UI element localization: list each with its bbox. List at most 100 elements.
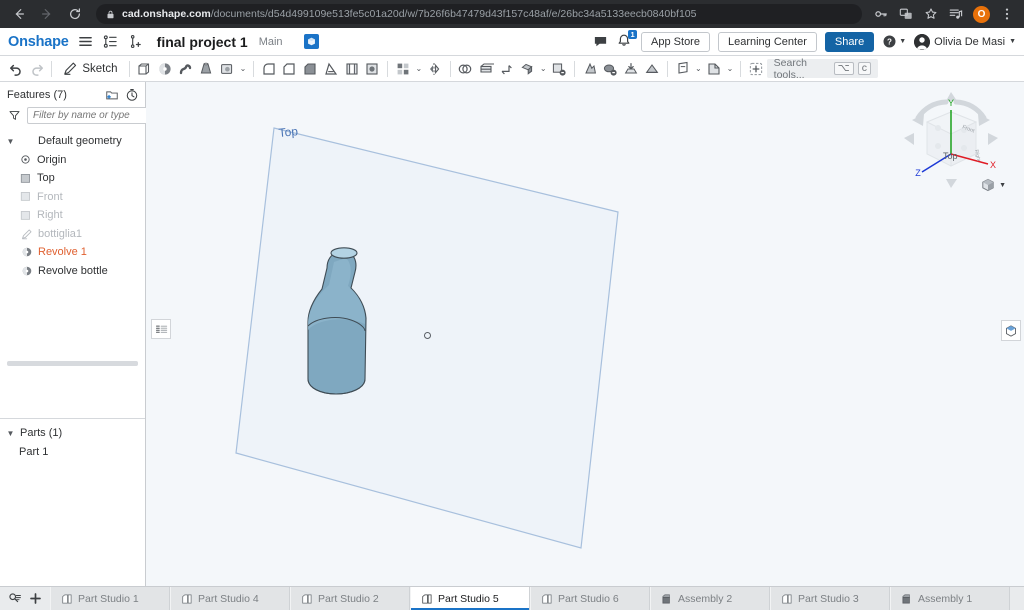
tree-item-bottiglia1[interactable]: bottiglia1 xyxy=(0,225,145,244)
enclose-icon[interactable] xyxy=(642,58,662,80)
user-menu[interactable]: Olivia De Masi ▼ xyxy=(914,33,1016,50)
tree-item-label: Top xyxy=(37,172,55,185)
plane-icon[interactable] xyxy=(673,58,693,80)
reading-list-icon[interactable] xyxy=(945,3,967,25)
sweep-icon[interactable] xyxy=(176,58,196,80)
hamburger-menu-icon[interactable] xyxy=(78,34,94,50)
tree-item-default-geometry[interactable]: ▼ Default geometry xyxy=(0,132,145,151)
list-item[interactable]: Part 1 xyxy=(0,443,145,462)
chevron-down-icon[interactable]: ⌄ xyxy=(414,64,424,73)
insert-icon[interactable] xyxy=(746,58,766,80)
undo-icon[interactable] xyxy=(6,58,26,80)
tree-item-front-plane[interactable]: Front xyxy=(0,188,145,207)
back-icon[interactable] xyxy=(6,2,32,26)
tree-item-right-plane[interactable]: Right xyxy=(0,206,145,225)
move-face-icon[interactable] xyxy=(518,58,538,80)
tree-item-origin[interactable]: Origin xyxy=(0,151,145,170)
feature-list-toggle-icon[interactable] xyxy=(151,319,171,339)
draft-icon[interactable] xyxy=(300,58,320,80)
search-tools-input[interactable]: Search tools... ⌥ c xyxy=(766,57,878,81)
redo-icon[interactable] xyxy=(27,58,47,80)
add-branch-icon[interactable] xyxy=(128,34,144,50)
chamfer-icon[interactable] xyxy=(280,58,300,80)
tree-item-revolve-bottle[interactable]: Revolve bottle xyxy=(0,262,145,281)
replace-face-icon[interactable] xyxy=(580,58,600,80)
forward-icon[interactable] xyxy=(34,2,60,26)
search-tabs-icon[interactable] xyxy=(5,589,24,608)
transform-icon[interactable] xyxy=(497,58,517,80)
plane-icon xyxy=(19,172,32,185)
split-icon[interactable] xyxy=(476,58,496,80)
render-studio-icon[interactable] xyxy=(1001,320,1021,341)
loft-icon[interactable] xyxy=(197,58,217,80)
tab-part-studio-1[interactable]: Part Studio 1 xyxy=(50,587,170,610)
offset-surface-icon[interactable] xyxy=(601,58,621,80)
display-mode-menu[interactable]: ▼ xyxy=(980,177,1006,193)
graphics-viewport[interactable]: Top Y X Z Top Front Right ▼ xyxy=(146,82,1024,610)
notification-bell-icon[interactable]: 1 xyxy=(616,30,638,50)
hole-icon[interactable] xyxy=(363,58,383,80)
tab-part-studio-6[interactable]: Part Studio 6 xyxy=(530,587,650,610)
tab-part-studio-3[interactable]: Part Studio 3 xyxy=(770,587,890,610)
pattern-icon[interactable] xyxy=(393,58,413,80)
sketch-button[interactable]: Sketch xyxy=(57,58,123,80)
tab-assembly-1[interactable]: Assembly 1 xyxy=(890,587,1010,610)
tree-item-revolve-1[interactable]: Revolve 1 xyxy=(0,243,145,262)
translate-icon[interactable] xyxy=(895,3,917,25)
tree-item-top-plane[interactable]: Top xyxy=(0,169,145,188)
fillet-icon[interactable] xyxy=(259,58,279,80)
extrude-icon[interactable] xyxy=(134,58,154,80)
3d-scene[interactable] xyxy=(146,82,1024,610)
shell-icon[interactable] xyxy=(342,58,362,80)
onshape-logo[interactable]: Onshape xyxy=(8,34,69,50)
feature-tree-scrollbar[interactable] xyxy=(7,361,138,366)
tab-assembly-2[interactable]: Assembly 2 xyxy=(650,587,770,610)
tab-part-studio-5[interactable]: Part Studio 5 xyxy=(410,587,530,610)
toolbar-divider xyxy=(252,60,254,77)
comment-bubble-icon[interactable] xyxy=(592,34,608,50)
chevron-down-icon[interactable]: ⌄ xyxy=(693,64,703,73)
document-type-icon[interactable] xyxy=(303,34,319,49)
tab-label: Part Studio 3 xyxy=(798,592,859,605)
chevron-down-icon[interactable]: ⌄ xyxy=(238,64,248,73)
thicken-icon[interactable] xyxy=(217,58,237,80)
add-tab-icon[interactable] xyxy=(26,589,45,608)
version-graph-icon[interactable] xyxy=(103,34,119,50)
key-icon[interactable] xyxy=(870,3,892,25)
page-title[interactable]: final project 1 xyxy=(157,34,248,50)
chevron-down-icon[interactable]: ⌄ xyxy=(725,64,735,73)
tab-part-studio-2[interactable]: Part Studio 2 xyxy=(290,587,410,610)
share-button[interactable]: Share xyxy=(824,31,875,52)
address-bar[interactable]: cad.onshape.com/documents/d54d499109e513… xyxy=(96,4,862,24)
import-surface-icon[interactable] xyxy=(621,58,641,80)
revolve-icon[interactable] xyxy=(155,58,175,80)
parts-header[interactable]: ▼ Parts (1) xyxy=(0,424,145,443)
toolbar-divider xyxy=(449,60,451,77)
tab-label: Part Studio 6 xyxy=(558,592,619,605)
rib-icon[interactable] xyxy=(321,58,341,80)
delete-face-icon[interactable] xyxy=(549,58,569,80)
reload-icon[interactable] xyxy=(62,2,88,26)
mirror-icon[interactable] xyxy=(425,58,445,80)
curve-icon[interactable] xyxy=(704,58,724,80)
features-filter-row xyxy=(0,105,173,130)
browser-profile-avatar[interactable]: O xyxy=(973,5,990,23)
features-title: Features (7) xyxy=(7,89,67,101)
origin-marker[interactable] xyxy=(424,332,431,339)
history-clock-icon[interactable] xyxy=(125,88,139,102)
bookmark-star-icon[interactable] xyxy=(920,3,942,25)
parts-section: ▼ Parts (1) Part 1 xyxy=(0,418,145,461)
app-store-button[interactable]: App Store xyxy=(641,31,710,52)
workspace-label[interactable]: Main xyxy=(259,36,283,48)
chevron-down-icon[interactable]: ⌄ xyxy=(538,64,548,73)
help-menu[interactable]: ? ▼ xyxy=(882,34,906,49)
learning-center-button[interactable]: Learning Center xyxy=(717,31,817,52)
chrome-menu-icon[interactable] xyxy=(996,3,1018,25)
tab-part-studio-4[interactable]: Part Studio 4 xyxy=(170,587,290,610)
chevron-down-icon[interactable]: ▼ xyxy=(999,182,1006,189)
boolean-icon[interactable] xyxy=(455,58,475,80)
chevron-down-icon[interactable]: ▼ xyxy=(6,137,15,146)
filter-funnel-icon[interactable] xyxy=(8,109,21,123)
new-folder-icon[interactable] xyxy=(105,88,119,102)
chevron-down-icon[interactable]: ▼ xyxy=(6,429,15,438)
